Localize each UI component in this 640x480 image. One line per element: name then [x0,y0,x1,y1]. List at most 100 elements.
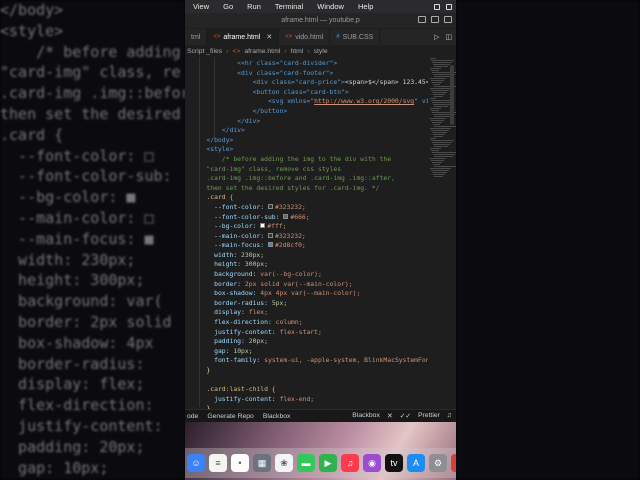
toggle-secondary-sidebar-icon[interactable] [444,16,452,23]
split-editor-icon[interactable]: ◫ [445,33,452,41]
minimap-line [430,128,451,129]
minimap-line [433,164,440,165]
background-code-line: .card { [0,125,64,144]
code-line: <style> [206,145,234,154]
tab-partial[interactable]: tml [185,29,208,45]
minimap-line [432,152,456,153]
background-code-line: border-radius: [0,354,145,373]
tray-icon[interactable] [434,3,440,10]
minimap-line [434,66,448,67]
minimap-line [431,130,449,131]
minimap-line [430,168,451,169]
background-code-line: --main-focus: ■ [0,229,154,248]
minimap-line [430,78,446,79]
background-code-line: padding: 20px; [0,437,145,456]
code-line: background: var(--bg-color); [214,270,322,279]
status-item[interactable]: ode [187,413,198,420]
code-line: justify-content: flex-end; [214,394,315,403]
minimap-line [430,108,441,109]
code-line: .card:last-child { [206,385,276,394]
color-swatch[interactable] [267,203,273,209]
status-item[interactable]: Blackbox [263,413,291,420]
breadcrumb-html[interactable]: html [291,48,304,55]
messages-icon[interactable]: ▬ [297,454,315,472]
settings-icon[interactable]: ⚙ [429,454,447,472]
menu-help[interactable]: Help [358,2,373,11]
partial-app-icon[interactable] [451,454,456,472]
toggle-panel-icon[interactable] [431,16,439,23]
tab-label: aframe.html [223,33,261,41]
html-file-icon: <> [285,34,293,40]
podcasts-icon[interactable]: ◉ [363,454,381,472]
breadcrumb-file[interactable]: aframe.html [244,48,280,55]
minimap-line [431,90,449,91]
background-code-line: box-shadow: 4px [0,333,154,352]
background-code-line: then set the desired [0,104,181,123]
minimap-line [431,70,439,71]
status-item[interactable]: Generate Repo [207,413,253,420]
menu-bar: View Go Run Terminal Window Help [185,0,456,13]
color-swatch[interactable] [260,223,266,229]
run-icon[interactable]: ▷ [434,33,439,41]
app-store-icon[interactable]: A [407,454,425,472]
tv-icon[interactable]: tv [385,454,403,472]
finder-icon[interactable]: ☺ [187,454,205,472]
chevron-right-icon: › [226,47,229,55]
code-line: } [206,366,211,374]
menu-go[interactable]: Go [223,2,233,11]
minimap-line [432,172,447,173]
code-line: </body> [206,135,234,144]
background-code-line: .card-img .img::before [0,84,185,103]
minimap-line [432,122,442,123]
status-item[interactable]: Prettier [418,412,440,420]
tray-icon[interactable] [446,3,452,10]
minimap-line [434,106,448,107]
code-line: <div class="card-price"><span>$</span> 1… [252,78,434,87]
minimap-line [434,136,443,137]
code-line: flex-direction: column; [214,318,303,327]
bell-icon[interactable]: ♫ [447,412,452,420]
code-line: --main-color: #323232; [214,231,306,240]
code-line: box-shadow: 4px 4px var(--main-color); [214,289,361,298]
code-editor[interactable]: <<hr class="card-divider"> <div class="c… [185,57,456,409]
photos-icon[interactable]: ❀ [275,454,293,472]
status-item[interactable]: Blackbox [352,412,380,420]
minimap-line [432,92,447,93]
minimap-line [430,68,441,69]
close-icon[interactable]: ✕ [266,33,272,41]
code-content[interactable]: <<hr class="card-divider"> <div class="c… [191,59,441,409]
color-swatch[interactable] [283,213,289,219]
menu-run[interactable]: Run [247,2,261,11]
code-line: /* before adding the img to the div with… [221,154,392,163]
close-icon[interactable]: ✕ [387,412,393,420]
background-code-line: height: 300px; [0,271,145,290]
minimap-line [433,94,445,95]
tab-aframe[interactable]: <> aframe.html ✕ [207,29,280,45]
launchpad-icon[interactable]: ▦ [253,454,271,472]
chevron-right-icon: › [284,47,287,55]
scrollbar[interactable] [450,65,454,125]
minimap-line [432,62,452,63]
toggle-sidebar-icon[interactable] [418,16,426,23]
notes-icon[interactable]: ≡ [209,454,227,472]
breadcrumb-folder[interactable]: Script _files [187,48,222,55]
minimap-line [432,82,442,83]
breadcrumb-style[interactable]: style [314,48,328,55]
background-code-line: --font-color-sub: [0,167,172,186]
color-swatch[interactable] [267,232,273,238]
menu-window[interactable]: Window [317,2,344,11]
color-swatch[interactable] [267,242,273,248]
tab-sub-css[interactable]: # SUB.CSS [330,29,381,45]
tab-vido[interactable]: <> vido.html [279,29,331,45]
facetime-icon[interactable]: ▶ [319,454,337,472]
menu-tray [434,3,452,10]
menu-view[interactable]: View [193,2,209,11]
music-icon[interactable]: ♫ [341,454,359,472]
editor-actions: ▷ ◫ [434,29,456,45]
menu-terminal[interactable]: Terminal [275,2,303,11]
reminders-icon[interactable]: • [231,454,249,472]
tab-label: tml [191,33,201,41]
window-titlebar: aframe.html — youtube.p [185,13,456,28]
background-code-line: width: 230px; [0,250,136,269]
minimap-line [432,142,452,143]
